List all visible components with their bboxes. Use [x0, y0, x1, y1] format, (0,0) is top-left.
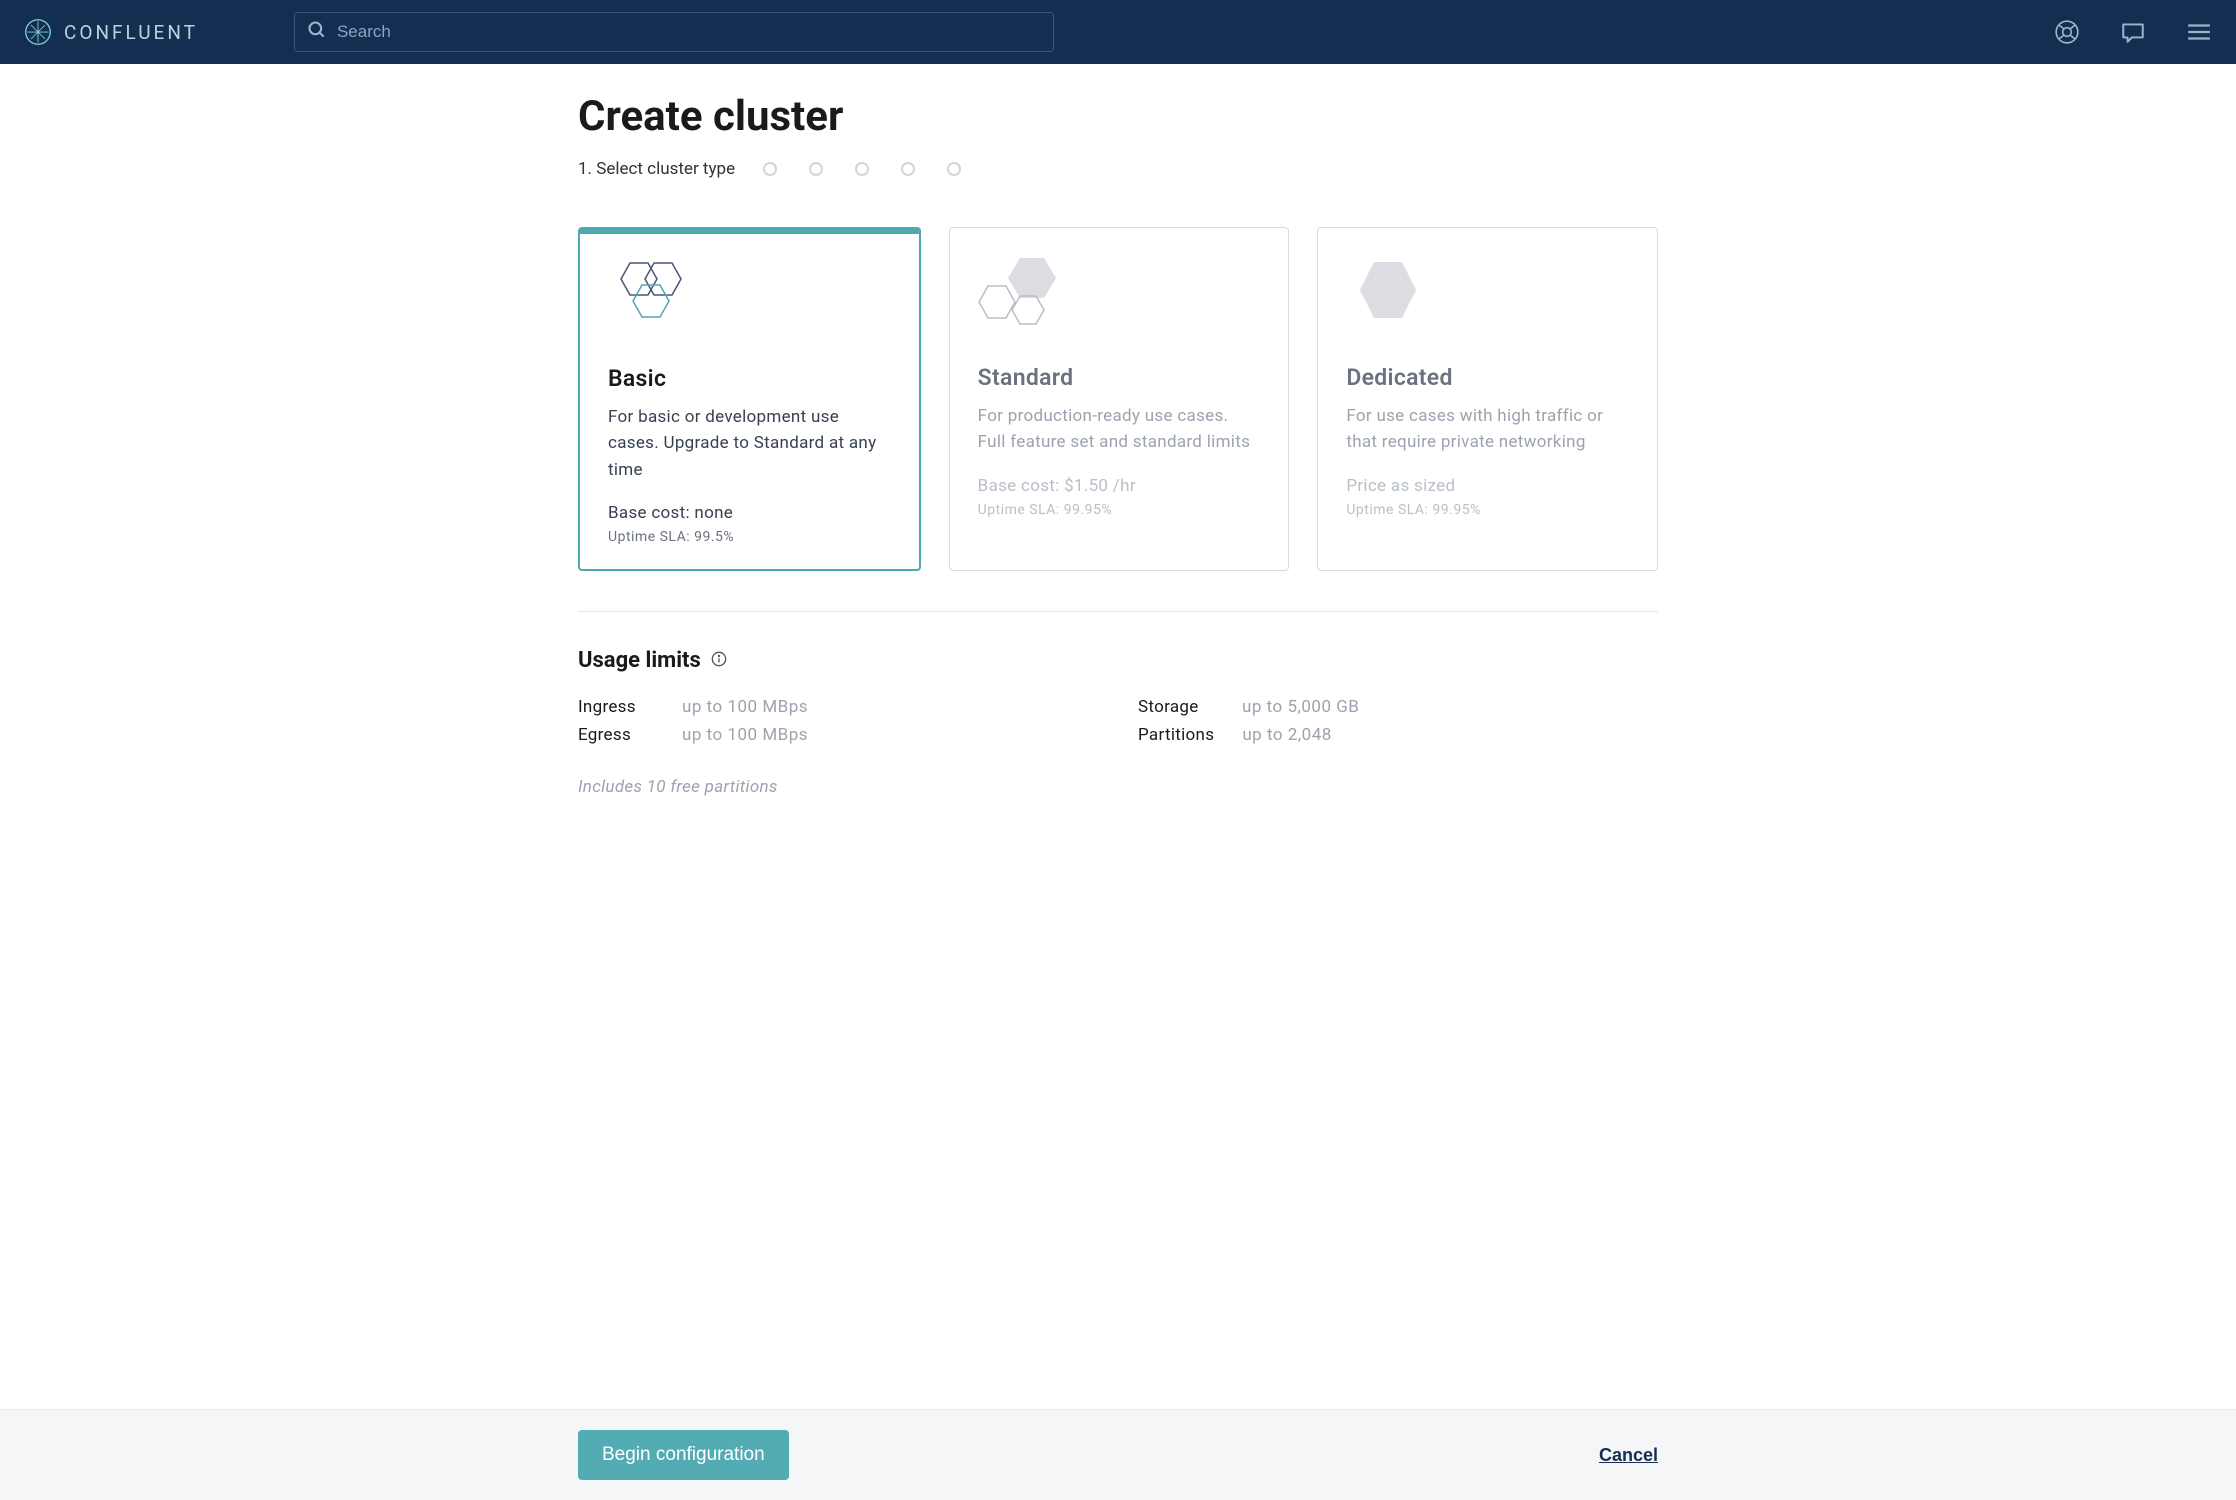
card-dedicated[interactable]: Dedicated For use cases with high traffi… [1317, 227, 1658, 571]
search-input[interactable] [337, 22, 1041, 42]
usage-item-partitions: Partitions up to 2,048 [1138, 725, 1658, 745]
card-desc: For production-ready use cases. Full fea… [978, 403, 1261, 456]
step-dot-3 [855, 162, 869, 176]
card-sla: Uptime SLA: 99.95% [978, 502, 1261, 518]
begin-configuration-button[interactable]: Begin configuration [578, 1430, 789, 1480]
cancel-button[interactable]: Cancel [1599, 1445, 1658, 1466]
usage-item-ingress: Ingress up to 100 MBps [578, 697, 1098, 717]
footer-bar: Begin configuration Cancel [0, 1409, 2236, 1500]
card-basic[interactable]: Basic For basic or development use cases… [578, 227, 921, 571]
info-icon[interactable] [711, 651, 727, 671]
card-standard[interactable]: Standard For production-ready use cases.… [949, 227, 1290, 571]
card-cost: Base cost: none [608, 503, 891, 523]
hexagon-icon [1346, 256, 1629, 336]
footer-inner: Begin configuration Cancel [578, 1430, 1658, 1480]
usage-item-storage: Storage up to 5,000 GB [1138, 697, 1658, 717]
usage-title: Usage limits [578, 648, 701, 673]
card-title: Dedicated [1346, 364, 1629, 391]
usage-label: Partitions [1138, 725, 1214, 745]
step-dot-1 [763, 162, 777, 176]
brand-text: CONFLUENT [64, 21, 198, 44]
card-sla: Uptime SLA: 99.5% [608, 529, 891, 545]
app-header: CONFLUENT [0, 0, 2236, 64]
brand-logo[interactable]: CONFLUENT [24, 18, 198, 46]
step-dot-5 [947, 162, 961, 176]
card-sla: Uptime SLA: 99.95% [1346, 502, 1629, 518]
section-divider [578, 611, 1658, 612]
step-dot-2 [809, 162, 823, 176]
usage-value: up to 5,000 GB [1242, 697, 1359, 717]
usage-label: Egress [578, 725, 654, 745]
usage-grid: Ingress up to 100 MBps Storage up to 5,0… [578, 697, 1658, 745]
page-title: Create cluster [578, 92, 1658, 141]
menu-icon[interactable] [2186, 19, 2212, 45]
usage-value: up to 100 MBps [682, 697, 808, 717]
card-desc: For basic or development use cases. Upgr… [608, 404, 891, 483]
card-desc: For use cases with high traffic or that … [1346, 403, 1629, 456]
usage-value: up to 100 MBps [682, 725, 808, 745]
card-cost: Price as sized [1346, 476, 1629, 496]
usage-label: Ingress [578, 697, 654, 717]
card-cost: Base cost: $1.50 /hr [978, 476, 1261, 496]
hexagon-cluster-icon [608, 257, 891, 337]
step-dot-4 [901, 162, 915, 176]
search-container [294, 12, 1054, 52]
usage-item-egress: Egress up to 100 MBps [578, 725, 1098, 745]
help-icon[interactable] [2054, 19, 2080, 45]
card-title: Basic [608, 365, 891, 392]
usage-note: Includes 10 free partitions [578, 777, 1658, 797]
chat-icon[interactable] [2120, 19, 2146, 45]
usage-title-row: Usage limits [578, 648, 1658, 673]
header-actions [2054, 19, 2212, 45]
usage-value: up to 2,048 [1242, 725, 1332, 745]
card-title: Standard [978, 364, 1261, 391]
search-icon [307, 20, 327, 44]
step-dots [763, 162, 961, 176]
usage-limits-section: Usage limits Ingress up to 100 MBps Stor… [578, 648, 1658, 797]
usage-label: Storage [1138, 697, 1214, 717]
main-content: Create cluster 1. Select cluster type Ba… [578, 64, 1658, 917]
cluster-type-cards: Basic For basic or development use cases… [578, 227, 1658, 571]
step-indicator-row: 1. Select cluster type [578, 159, 1658, 179]
hexagon-cluster-icon [978, 256, 1261, 336]
step-label: 1. Select cluster type [578, 159, 735, 179]
confluent-logo-icon [24, 18, 52, 46]
search-box[interactable] [294, 12, 1054, 52]
